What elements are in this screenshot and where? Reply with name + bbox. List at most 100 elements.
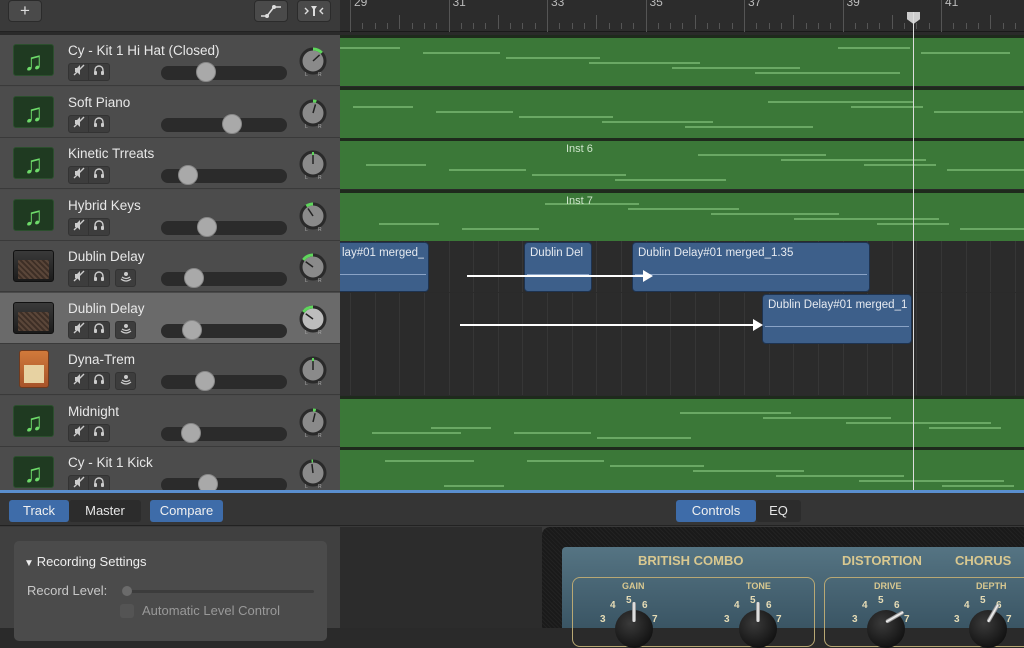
track-header[interactable]: ♫ Midnight L R <box>0 395 340 447</box>
track-name[interactable]: Kinetic Trreats <box>68 146 154 161</box>
input-monitor-button[interactable] <box>115 372 136 390</box>
solo-button[interactable] <box>89 63 110 81</box>
midi-region[interactable] <box>340 447 1024 490</box>
volume-slider[interactable] <box>161 319 287 340</box>
track-header[interactable]: ♫ Cy - Kit 1 Hi Hat (Closed) L R <box>0 35 340 86</box>
input-monitor-button[interactable] <box>115 269 136 287</box>
audio-region[interactable]: lay#01 merged_ <box>340 242 429 292</box>
volume-slider[interactable] <box>161 113 287 134</box>
mute-button[interactable] <box>68 217 89 236</box>
tab-track[interactable]: Track <box>9 500 69 522</box>
pan-knob[interactable]: L R <box>298 149 328 179</box>
catch-playhead-button[interactable] <box>297 0 331 22</box>
solo-button[interactable] <box>89 166 110 184</box>
volume-knob[interactable] <box>182 319 203 340</box>
mute-icon <box>73 116 84 127</box>
record-level-knob[interactable] <box>122 586 132 596</box>
track-name[interactable]: Dublin Delay <box>68 249 145 264</box>
track-header[interactable]: Dyna-Trem L R <box>0 344 340 395</box>
compare-button[interactable]: Compare <box>150 500 223 522</box>
add-track-button[interactable]: + <box>8 0 42 22</box>
track-header[interactable]: ♫ Hybrid Keys L R <box>0 189 340 241</box>
track-name[interactable]: Dublin Delay <box>68 301 145 316</box>
volume-knob[interactable] <box>195 62 216 82</box>
amp-knob[interactable] <box>867 610 905 648</box>
volume-knob[interactable] <box>181 422 202 443</box>
volume-knob[interactable] <box>222 113 243 134</box>
pan-knob[interactable]: L R <box>298 304 328 334</box>
volume-knob[interactable] <box>184 268 205 288</box>
tab-eq[interactable]: EQ <box>756 500 801 522</box>
track-name[interactable]: Hybrid Keys <box>68 198 141 213</box>
solo-button[interactable] <box>89 320 110 339</box>
pan-knob[interactable]: L R <box>298 201 328 231</box>
track-name[interactable]: Soft Piano <box>68 95 130 110</box>
tab-master[interactable]: Master <box>69 500 141 522</box>
amp-knob[interactable] <box>739 602 777 648</box>
volume-knob[interactable] <box>197 216 218 237</box>
pan-knob[interactable]: L R <box>298 458 328 488</box>
record-level-slider[interactable] <box>122 586 314 596</box>
track-header[interactable]: Dublin Delay L R <box>0 241 340 292</box>
track-name[interactable]: Dyna-Trem <box>68 352 135 367</box>
pan-knob[interactable]: L R <box>298 355 328 385</box>
mute-button[interactable] <box>68 63 89 81</box>
volume-knob[interactable] <box>198 474 219 490</box>
mute-button[interactable] <box>68 423 89 442</box>
solo-button[interactable] <box>89 269 110 287</box>
volume-knob[interactable] <box>194 371 215 391</box>
track-header[interactable]: ♫ Cy - Kit 1 Kick L R <box>0 447 340 490</box>
volume-slider[interactable] <box>161 165 287 185</box>
volume-slider[interactable] <box>161 371 287 391</box>
solo-button[interactable] <box>89 372 110 390</box>
volume-slider[interactable] <box>161 422 287 443</box>
pan-knob[interactable]: L R <box>298 46 328 76</box>
mute-button[interactable] <box>68 372 89 390</box>
midi-region[interactable] <box>340 86 1024 138</box>
input-monitor-button[interactable] <box>115 320 136 339</box>
track-name[interactable]: Midnight <box>68 404 119 419</box>
midi-region[interactable] <box>340 35 1024 86</box>
timeline[interactable]: 2931333537394143 Inst 6Inst 7lay#01 merg… <box>340 0 1024 490</box>
amp-knob[interactable] <box>615 602 653 648</box>
track-header[interactable]: ♫ Kinetic Trreats L R <box>0 138 340 189</box>
tab-controls[interactable]: Controls <box>676 500 756 522</box>
volume-slider[interactable] <box>161 474 287 490</box>
audio-region[interactable]: Dublin Del <box>524 242 592 292</box>
pan-knob[interactable]: L R <box>298 407 328 437</box>
mute-button[interactable] <box>68 320 89 339</box>
solo-button[interactable] <box>89 423 110 442</box>
playhead[interactable] <box>913 12 914 490</box>
track-header[interactable]: ♫ Soft Piano L R <box>0 86 340 138</box>
amp-faceplate: BRITISH COMBO DISTORTION CHORUS GAIN 3 4 5 6… <box>562 547 1024 648</box>
midi-region[interactable] <box>340 138 1024 189</box>
pan-knob[interactable]: L R <box>298 98 328 128</box>
automatic-level-checkbox[interactable] <box>120 604 134 618</box>
solo-button[interactable] <box>89 114 110 133</box>
amp-knob[interactable] <box>969 603 1007 648</box>
automation-button[interactable] <box>254 0 288 22</box>
volume-knob[interactable] <box>177 165 198 185</box>
audio-region[interactable]: Dublin Delay#01 merged_1.35 <box>632 242 870 292</box>
midi-region[interactable] <box>340 189 1024 241</box>
catch-playhead-icon <box>304 6 324 16</box>
track-header[interactable]: Dublin Delay L R <box>0 292 340 344</box>
ruler[interactable]: 2931333537394143 <box>340 0 1024 32</box>
solo-button[interactable] <box>89 217 110 236</box>
track-name[interactable]: Cy - Kit 1 Kick <box>68 455 153 470</box>
recording-settings-disclosure[interactable]: ▼ Recording Settings <box>24 554 147 569</box>
mute-button[interactable] <box>68 269 89 287</box>
audio-region[interactable]: Dublin Delay#01 merged_1 <box>762 294 912 344</box>
mute-button[interactable] <box>68 166 89 184</box>
volume-slider[interactable] <box>161 62 287 82</box>
midi-region[interactable] <box>340 395 1024 447</box>
volume-slider[interactable] <box>161 268 287 288</box>
pan-right-label: R <box>318 278 322 282</box>
pan-knob[interactable]: L R <box>298 252 328 282</box>
track-name[interactable]: Cy - Kit 1 Hi Hat (Closed) <box>68 43 220 58</box>
solo-button[interactable] <box>89 475 110 490</box>
mute-button[interactable] <box>68 114 89 133</box>
volume-slider[interactable] <box>161 216 287 237</box>
mute-button[interactable] <box>68 475 89 490</box>
knob-scale-digit: 4 <box>610 600 616 611</box>
